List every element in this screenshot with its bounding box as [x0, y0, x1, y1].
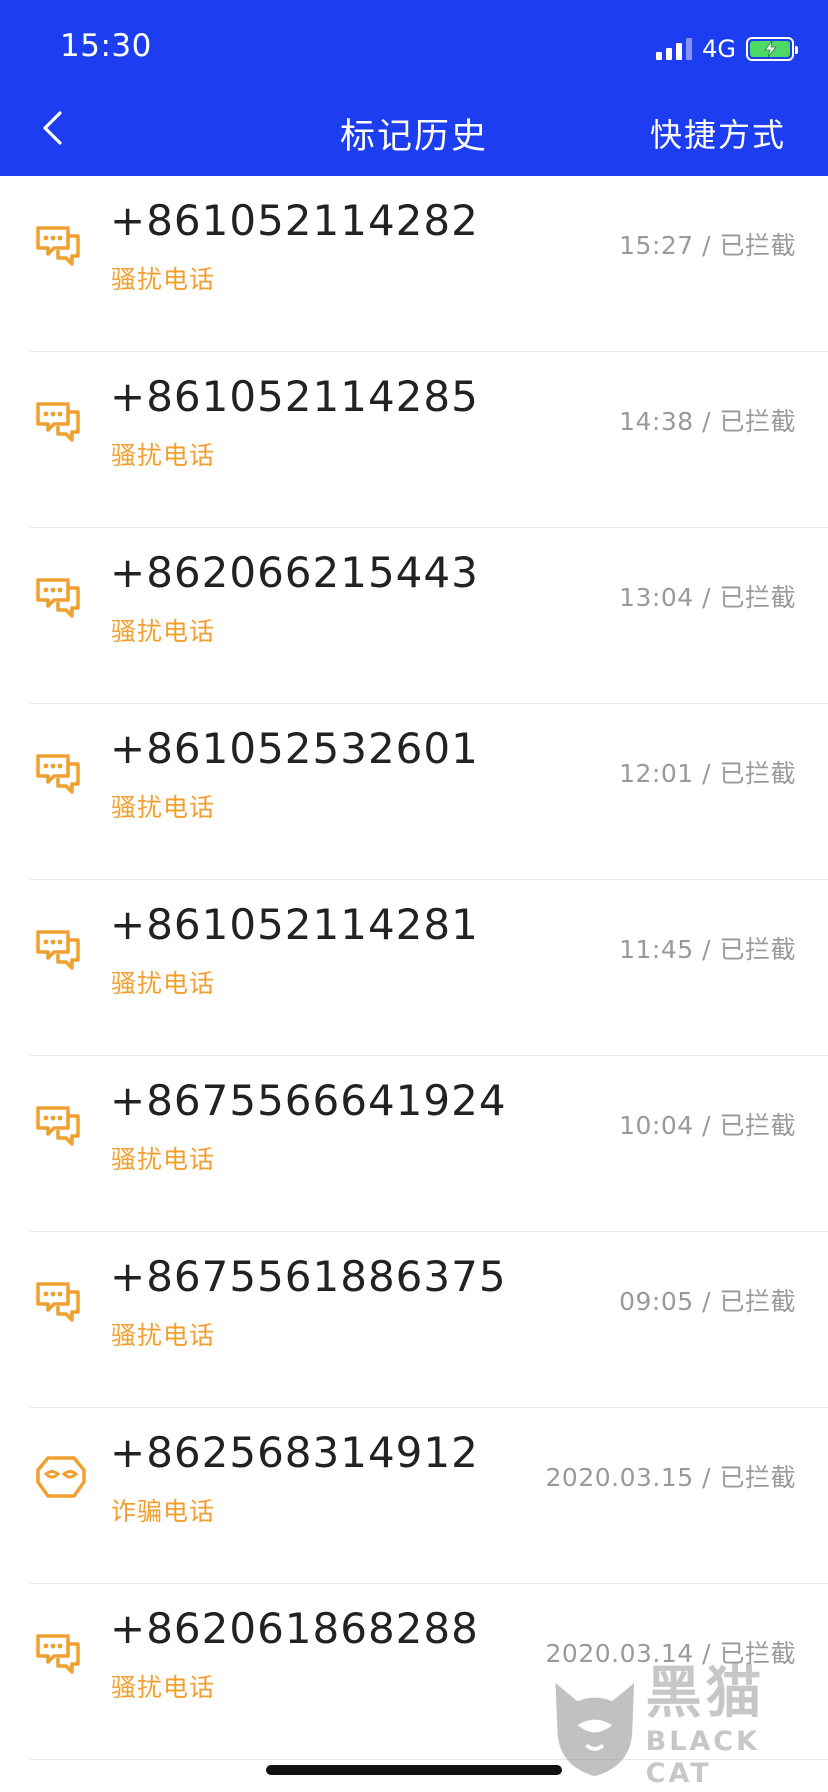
harassment-icon — [34, 1100, 84, 1150]
record-meta: 13:04 / 已拦截 — [619, 583, 796, 612]
call-record-row-5[interactable]: +861052114281 骚扰电话 11:45 / 已拦截 — [0, 880, 828, 1056]
status-indicators: 4G — [656, 34, 798, 64]
call-record-row-7[interactable]: +8675561886375 骚扰电话 09:05 / 已拦截 — [0, 1232, 828, 1408]
call-tag: 骚扰电话 — [111, 969, 216, 998]
status-time: 15:30 — [60, 28, 152, 64]
network-type: 4G — [702, 35, 736, 63]
harassment-icon — [34, 220, 84, 270]
black-cat-logo-icon — [555, 1683, 635, 1777]
harassment-icon — [34, 396, 84, 446]
phone-number: +861052114281 — [110, 900, 479, 949]
signal-icon — [656, 38, 693, 60]
call-record-row-6[interactable]: +8675566641924 骚扰电话 10:04 / 已拦截 — [0, 1056, 828, 1232]
record-meta: 14:38 / 已拦截 — [619, 407, 796, 436]
fraud-mask-icon — [34, 1452, 86, 1502]
shortcut-button[interactable]: 快捷方式 — [650, 110, 786, 156]
watermark-cn: 黑猫 — [645, 1661, 766, 1726]
call-tag: 骚扰电话 — [111, 617, 216, 646]
call-tag: 骚扰电话 — [111, 1321, 216, 1350]
harassment-icon — [34, 1628, 84, 1678]
mark-history-list: +861052114282 骚扰电话 15:27 / 已拦截 +86105211… — [0, 176, 828, 1760]
record-meta: 11:45 / 已拦截 — [619, 935, 796, 964]
phone-number: +861052114285 — [110, 372, 479, 421]
call-tag: 诈骗电话 — [111, 1497, 216, 1526]
call-tag: 骚扰电话 — [111, 441, 216, 470]
battery-icon — [746, 37, 798, 61]
record-meta: 15:27 / 已拦截 — [619, 231, 796, 260]
watermark: 黑猫 BLACK CAT — [550, 1662, 822, 1789]
phone-number: +862568314912 — [110, 1428, 479, 1477]
phone-number: +8675561886375 — [110, 1252, 507, 1301]
home-indicator[interactable] — [266, 1765, 562, 1775]
harassment-icon — [34, 924, 84, 974]
record-meta: 2020.03.15 / 已拦截 — [545, 1463, 796, 1492]
call-record-row-4[interactable]: +861052532601 骚扰电话 12:01 / 已拦截 — [0, 704, 828, 880]
phone-number: +862066215443 — [110, 548, 479, 597]
call-record-row-1[interactable]: +861052114282 骚扰电话 15:27 / 已拦截 — [0, 176, 828, 352]
watermark-en: BLACK CAT — [645, 1726, 761, 1789]
record-meta: 10:04 / 已拦截 — [619, 1111, 796, 1140]
phone-number: +862061868288 — [110, 1604, 479, 1653]
app-header: 15:30 4G 标记历史 快捷方式 — [0, 0, 828, 176]
call-tag: 骚扰电话 — [111, 793, 216, 822]
phone-number: +8675566641924 — [110, 1076, 507, 1125]
call-tag: 骚扰电话 — [111, 265, 216, 294]
call-tag: 骚扰电话 — [111, 1145, 216, 1174]
call-tag: 骚扰电话 — [111, 1673, 216, 1702]
harassment-icon — [34, 572, 84, 622]
phone-number: +861052532601 — [110, 724, 479, 773]
harassment-icon — [34, 1276, 84, 1326]
call-record-row-2[interactable]: +861052114285 骚扰电话 14:38 / 已拦截 — [0, 352, 828, 528]
phone-number: +861052114282 — [110, 196, 479, 245]
call-record-row-3[interactable]: +862066215443 骚扰电话 13:04 / 已拦截 — [0, 528, 828, 704]
harassment-icon — [34, 748, 84, 798]
record-meta: 12:01 / 已拦截 — [619, 759, 796, 788]
record-meta: 09:05 / 已拦截 — [619, 1287, 796, 1316]
call-record-row-8[interactable]: +862568314912 诈骗电话 2020.03.15 / 已拦截 — [0, 1408, 828, 1584]
